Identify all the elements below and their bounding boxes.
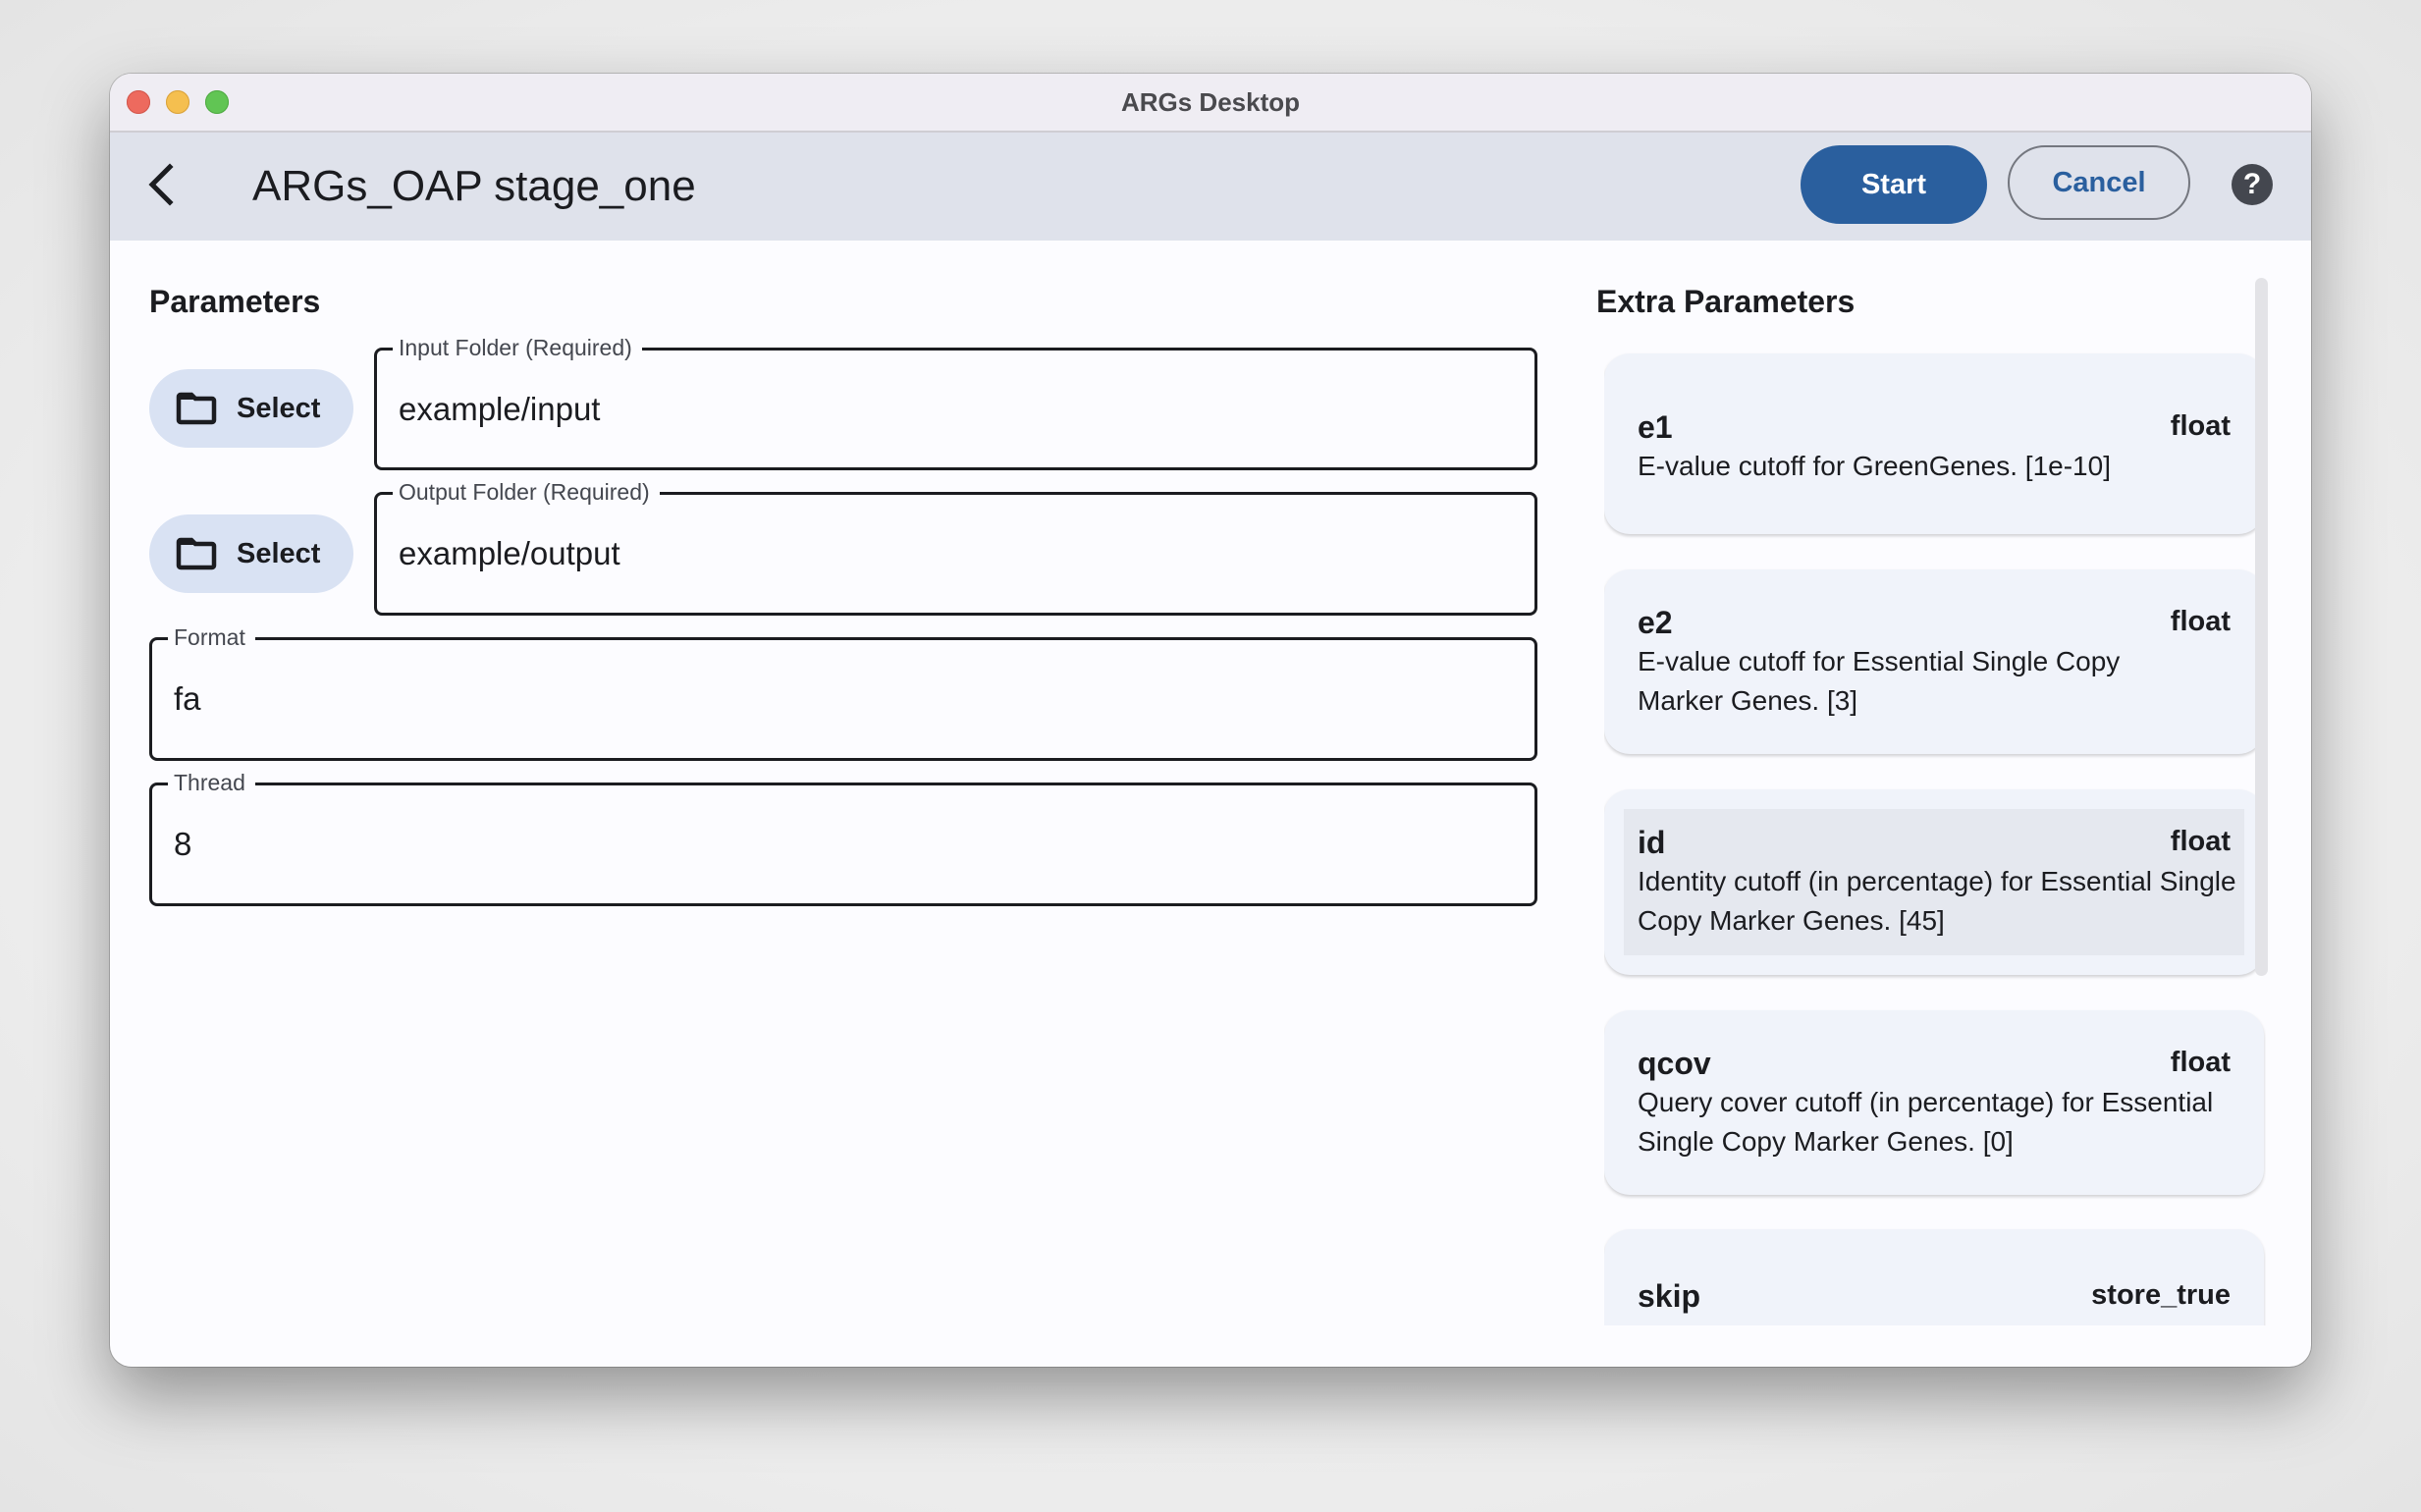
cancel-button[interactable]: Cancel: [2008, 145, 2190, 220]
select-label: Select: [237, 537, 321, 569]
thread-field[interactable]: Thread 8: [149, 770, 1537, 906]
param-name: id: [1638, 825, 1666, 860]
format-field[interactable]: Format fa: [149, 624, 1537, 761]
title-bar: ARGs Desktop: [110, 74, 2311, 133]
param-name: e1: [1638, 409, 1673, 445]
output-folder-field[interactable]: Output Folder (Required) example/output: [374, 479, 1537, 616]
thread-value[interactable]: 8: [174, 785, 1513, 903]
extra-param-card-id[interactable]: id float Identity cutoff (in percentage)…: [1604, 789, 2264, 975]
chevron-left-icon: [146, 162, 176, 211]
extra-param-card-e2[interactable]: e2 float E-value cutoff for Essential Si…: [1604, 569, 2264, 754]
folder-icon: [176, 392, 217, 425]
page-title: ARGs_OAP stage_one: [252, 162, 696, 210]
param-type: float: [2170, 410, 2231, 442]
input-folder-value[interactable]: example/input: [399, 351, 1513, 467]
param-type: store_true: [2091, 1279, 2231, 1311]
extra-param-card-qcov[interactable]: qcov float Query cover cutoff (in percen…: [1604, 1010, 2264, 1195]
param-type: float: [2170, 826, 2231, 857]
param-description: Identity cutoff (in percentage) for Esse…: [1638, 866, 2236, 936]
param-type: float: [2170, 606, 2231, 637]
help-button[interactable]: ?: [2232, 164, 2273, 205]
output-folder-value[interactable]: example/output: [399, 495, 1513, 613]
input-folder-field[interactable]: Input Folder (Required) example/input: [374, 335, 1537, 470]
extra-parameters-scrollbar[interactable]: [2255, 278, 2268, 976]
param-description: E-value cutoff for GreenGenes. [1e-10]: [1638, 451, 2111, 481]
param-name: e2: [1638, 605, 1673, 640]
select-output-folder-button[interactable]: Select: [149, 514, 353, 593]
back-button[interactable]: [132, 157, 190, 216]
format-value[interactable]: fa: [174, 640, 1513, 758]
select-label: Select: [237, 392, 321, 424]
param-name: qcov: [1638, 1046, 1711, 1081]
param-type: float: [2170, 1047, 2231, 1078]
app-bar: ARGs_OAP stage_one Start Cancel ?: [110, 133, 2311, 241]
parameters-heading: Parameters: [149, 284, 321, 319]
app-window: ARGs Desktop ARGs_OAP stage_one Start Ca…: [110, 74, 2311, 1367]
extra-parameters-list: e1 float E-value cutoff for GreenGenes. …: [1604, 278, 2266, 1325]
window-title: ARGs Desktop: [1120, 87, 1301, 117]
param-description: Query cover cutoff (in percentage) for E…: [1638, 1087, 2214, 1157]
select-input-folder-button[interactable]: Select: [149, 369, 353, 448]
start-button[interactable]: Start: [1801, 145, 1987, 224]
help-circle-icon: ?: [2242, 168, 2262, 200]
param-description: E-value cutoff for Essential Single Copy…: [1638, 646, 2121, 716]
extra-param-card-e1[interactable]: e1 float E-value cutoff for GreenGenes. …: [1604, 353, 2264, 534]
folder-icon: [176, 537, 217, 570]
param-name: skip: [1638, 1278, 1701, 1314]
extra-param-card-skip[interactable]: skip store_true: [1604, 1229, 2264, 1325]
